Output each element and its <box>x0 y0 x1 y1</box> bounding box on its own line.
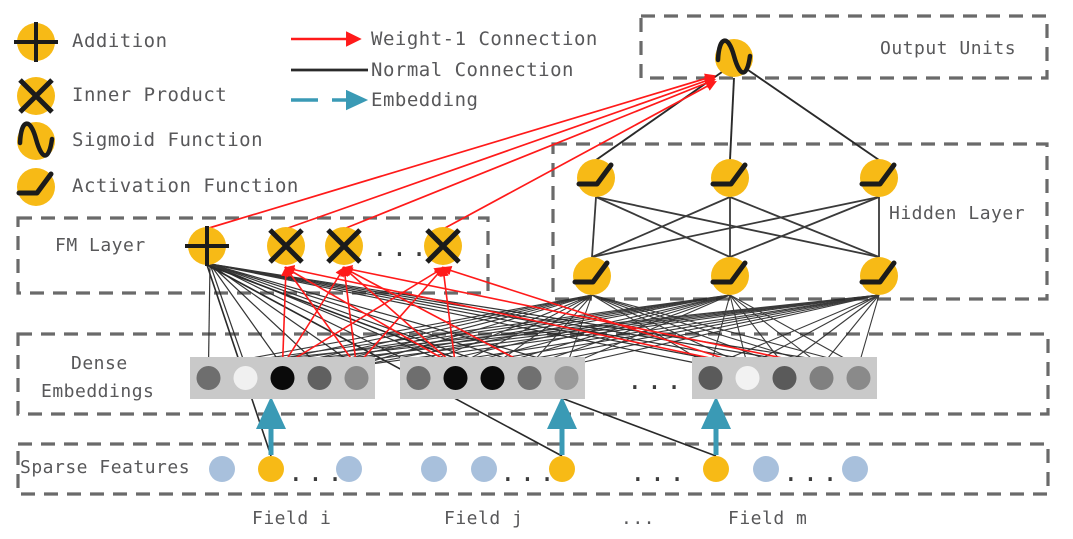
embedding-arrows <box>256 396 731 455</box>
legend-label-activation-function: Activation Function <box>72 175 299 197</box>
plus-circle-icon <box>12 20 60 64</box>
embedding-cell <box>344 366 369 390</box>
normal-connections-hidden-internal <box>591 196 880 258</box>
legend-symbol-icons <box>12 20 60 206</box>
sigmoid-circle-icon <box>17 122 55 160</box>
box-label-dense-embeddings-line2: Embeddings <box>41 381 155 402</box>
sparse-feature-active <box>258 456 284 482</box>
legend-label-weight1-connection: Weight-1 Connection <box>371 28 598 50</box>
sparse-features-ellipsis: ... <box>783 458 842 488</box>
diagram-canvas: Addition Inner Product Sigmoid Function … <box>0 0 1073 539</box>
embedding-cell <box>406 366 431 390</box>
normal-connections-hidden-to-output <box>595 69 880 161</box>
embedding-cell <box>846 366 871 390</box>
embedding-cell <box>480 366 505 390</box>
output-layer-nodes <box>715 39 753 77</box>
hidden-node-activation <box>860 159 898 197</box>
legend-label-normal-connection: Normal Connection <box>371 59 574 81</box>
sparse-features-ellipsis: ... <box>500 458 559 488</box>
sparse-feature-inactive <box>209 456 235 482</box>
legend-label-embedding: Embedding <box>371 89 479 111</box>
hidden-node-activation <box>860 257 898 295</box>
legend-label-addition: Addition <box>72 30 168 52</box>
box-label-sparse-features: Sparse Features <box>20 457 191 478</box>
cross-circle-icon <box>17 77 55 115</box>
sparse-feature-active <box>703 456 729 482</box>
box-label-dense-embeddings-line1: Dense <box>71 353 128 374</box>
embedding-cell <box>772 366 797 390</box>
activation-circle-icon <box>17 168 55 206</box>
embedding-cell <box>270 366 295 390</box>
hidden-node-activation <box>711 159 749 197</box>
legend-label-inner-product: Inner Product <box>72 84 228 106</box>
sparse-feature-inactive <box>421 456 447 482</box>
hidden-node-activation <box>711 257 749 295</box>
output-unit-sigmoid-node <box>715 39 753 77</box>
box-label-fm-layer: FM Layer <box>55 235 146 256</box>
box-label-hidden-layer: Hidden Layer <box>889 203 1026 224</box>
embedding-cell <box>443 366 468 390</box>
box-label-output-units: Output Units <box>880 38 1017 59</box>
fm-inner-product-node <box>267 227 305 265</box>
embedding-cell <box>809 366 834 390</box>
embedding-cell <box>233 366 258 390</box>
embedding-cell <box>196 366 221 390</box>
embedding-cell <box>554 366 579 390</box>
hidden-node-activation <box>577 159 615 197</box>
hidden-node-activation <box>573 257 611 295</box>
dense-embeddings-ellipsis: ... <box>627 366 686 396</box>
embedding-cell <box>307 366 332 390</box>
fm-addition-node <box>183 224 231 268</box>
dense-embedding-blocks <box>190 357 877 399</box>
embedding-cell <box>517 366 542 390</box>
field-label: ... <box>621 508 656 529</box>
sparse-feature-inactive <box>471 456 497 482</box>
legend-label-sigmoid-function: Sigmoid Function <box>72 129 264 151</box>
sparse-feature-inactive <box>753 456 779 482</box>
field-label: Field j <box>444 508 524 529</box>
sparse-features-ellipsis: ... <box>288 458 347 488</box>
field-label: Field i <box>252 508 332 529</box>
sparse-feature-inactive <box>842 456 868 482</box>
fm-layer-ellipsis: ... <box>372 233 431 263</box>
sparse-features-ellipsis: ... <box>630 458 689 488</box>
fm-inner-product-node <box>325 227 363 265</box>
embedding-cell <box>735 366 760 390</box>
field-label: Field m <box>728 508 808 529</box>
embedding-cell <box>698 366 723 390</box>
